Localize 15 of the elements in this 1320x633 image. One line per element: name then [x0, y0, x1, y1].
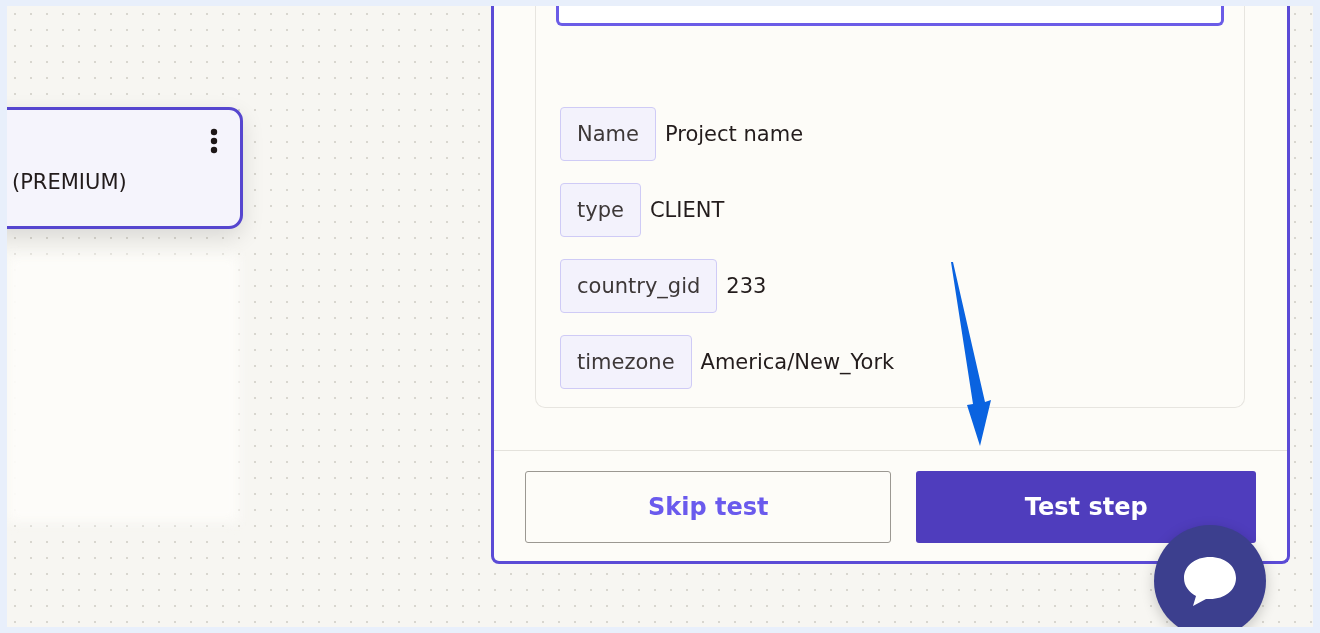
field-key: country_gid	[560, 259, 718, 313]
node-card[interactable]: (PREMIUM)	[7, 107, 243, 229]
field-key: Name	[560, 107, 656, 161]
field-value: CLIENT	[649, 198, 725, 222]
field-value: Project name	[664, 122, 804, 146]
chat-icon	[1181, 554, 1239, 608]
field-value: 233	[726, 274, 767, 298]
field-value: America/New_York	[700, 350, 895, 374]
skip-test-button[interactable]: Skip test	[525, 471, 892, 543]
more-icon[interactable]	[210, 128, 218, 154]
field-key: timezone	[560, 335, 692, 389]
test-step-button[interactable]: Test step	[916, 471, 1256, 543]
field-key: type	[560, 183, 641, 237]
input-field[interactable]	[556, 6, 1224, 26]
node-label: (PREMIUM)	[12, 170, 128, 194]
